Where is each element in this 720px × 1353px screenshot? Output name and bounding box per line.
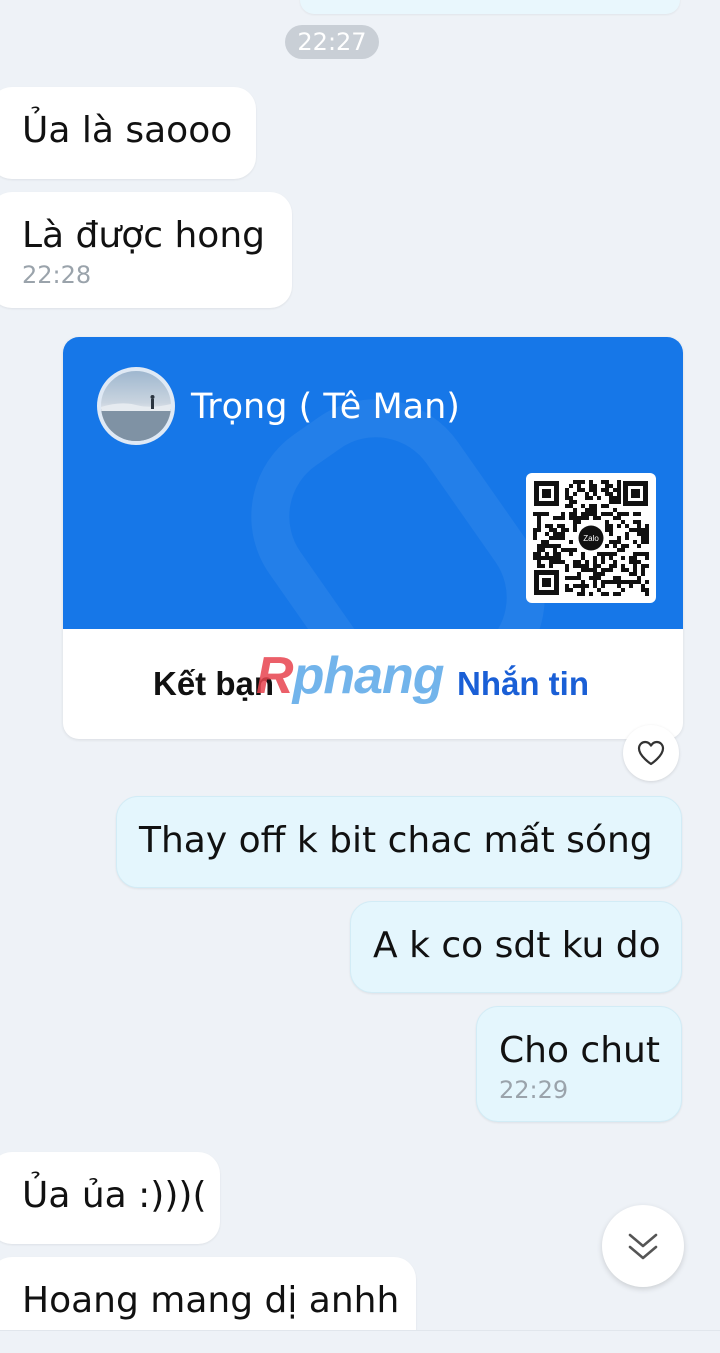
avatar[interactable] <box>97 367 175 445</box>
contact-card-header[interactable]: Trọng ( Tê Man) Zalo <box>63 337 683 629</box>
message-incoming[interactable]: Ủa là saooo <box>0 87 256 179</box>
message-text: Ủa là saooo <box>22 110 233 151</box>
reaction-button[interactable] <box>623 725 679 781</box>
message-text: Là được hong <box>22 215 265 256</box>
heart-icon <box>637 740 665 766</box>
watermark-logo: Rphang <box>256 647 445 705</box>
previous-message-bubble <box>300 0 680 14</box>
qr-code[interactable]: Zalo <box>526 473 656 603</box>
watermark-part-1: R <box>256 647 294 705</box>
message-text: A k co sdt ku do <box>373 925 661 966</box>
zalo-logo-text: Zalo <box>583 534 599 543</box>
message-time: 22:29 <box>499 1076 569 1104</box>
send-message-button[interactable]: Nhắn tin <box>457 629 589 739</box>
message-time: 22:28 <box>22 261 92 289</box>
message-text: Ủa ủa :)))( <box>22 1175 207 1216</box>
message-text: Hoang mang dị anhh <box>22 1280 400 1321</box>
chevron-double-down-icon <box>628 1233 658 1260</box>
watermark-part-2: phang <box>292 647 445 705</box>
message-incoming[interactable]: Ủa ủa :)))( <box>0 1152 220 1244</box>
time-separator: 22:27 <box>285 25 379 59</box>
message-outgoing[interactable]: Cho chut 22:29 <box>476 1006 682 1122</box>
message-outgoing[interactable]: A k co sdt ku do <box>350 901 682 993</box>
message-text: Thay off k bit chac mất sóng <box>139 820 653 861</box>
contact-name: Trọng ( Tê Man) <box>191 387 460 427</box>
bottom-edge <box>0 1330 720 1353</box>
message-incoming[interactable]: Là được hong 22:28 <box>0 192 292 308</box>
chat-screen: 22:27 Ủa là saooo Là được hong 22:28 Trọ… <box>0 0 720 1353</box>
message-text: Cho chut <box>499 1030 660 1071</box>
scroll-to-bottom-button[interactable] <box>602 1205 684 1287</box>
message-outgoing[interactable]: Thay off k bit chac mất sóng <box>116 796 682 888</box>
